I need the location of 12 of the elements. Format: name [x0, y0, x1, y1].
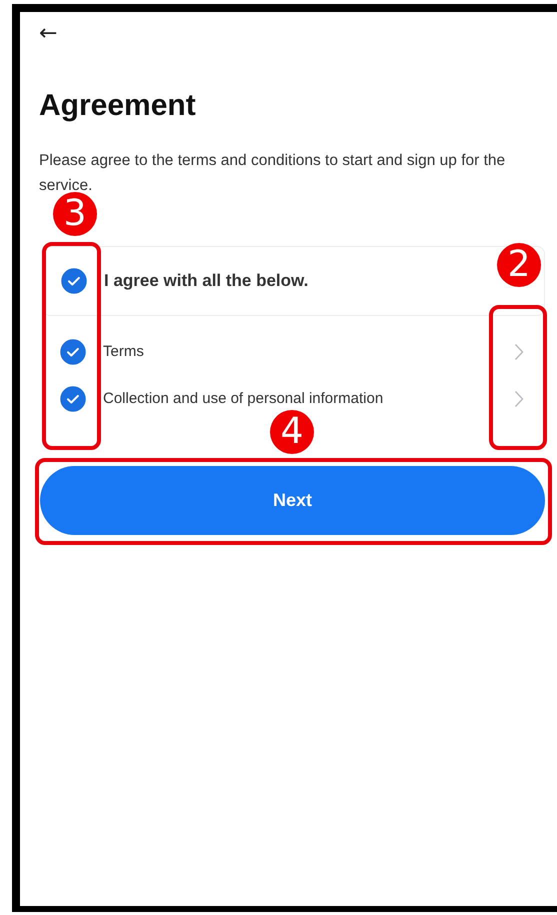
checkbox[interactable] — [60, 386, 86, 412]
step-badge: 2 — [497, 243, 541, 287]
next-button[interactable]: Next — [40, 466, 545, 535]
checkbox[interactable] — [61, 268, 87, 294]
terms-item[interactable]: Collection and use of personal information — [103, 390, 497, 407]
terms-item[interactable]: Terms — [103, 343, 497, 360]
step-badge: 3 — [53, 192, 97, 236]
page-title: Agreement — [39, 88, 196, 124]
checkbox[interactable] — [60, 338, 86, 364]
agree-all-label[interactable]: I agree with all the below. — [104, 271, 308, 291]
back-button[interactable]: ← — [39, 26, 58, 42]
step-badge: 4 — [270, 410, 314, 454]
